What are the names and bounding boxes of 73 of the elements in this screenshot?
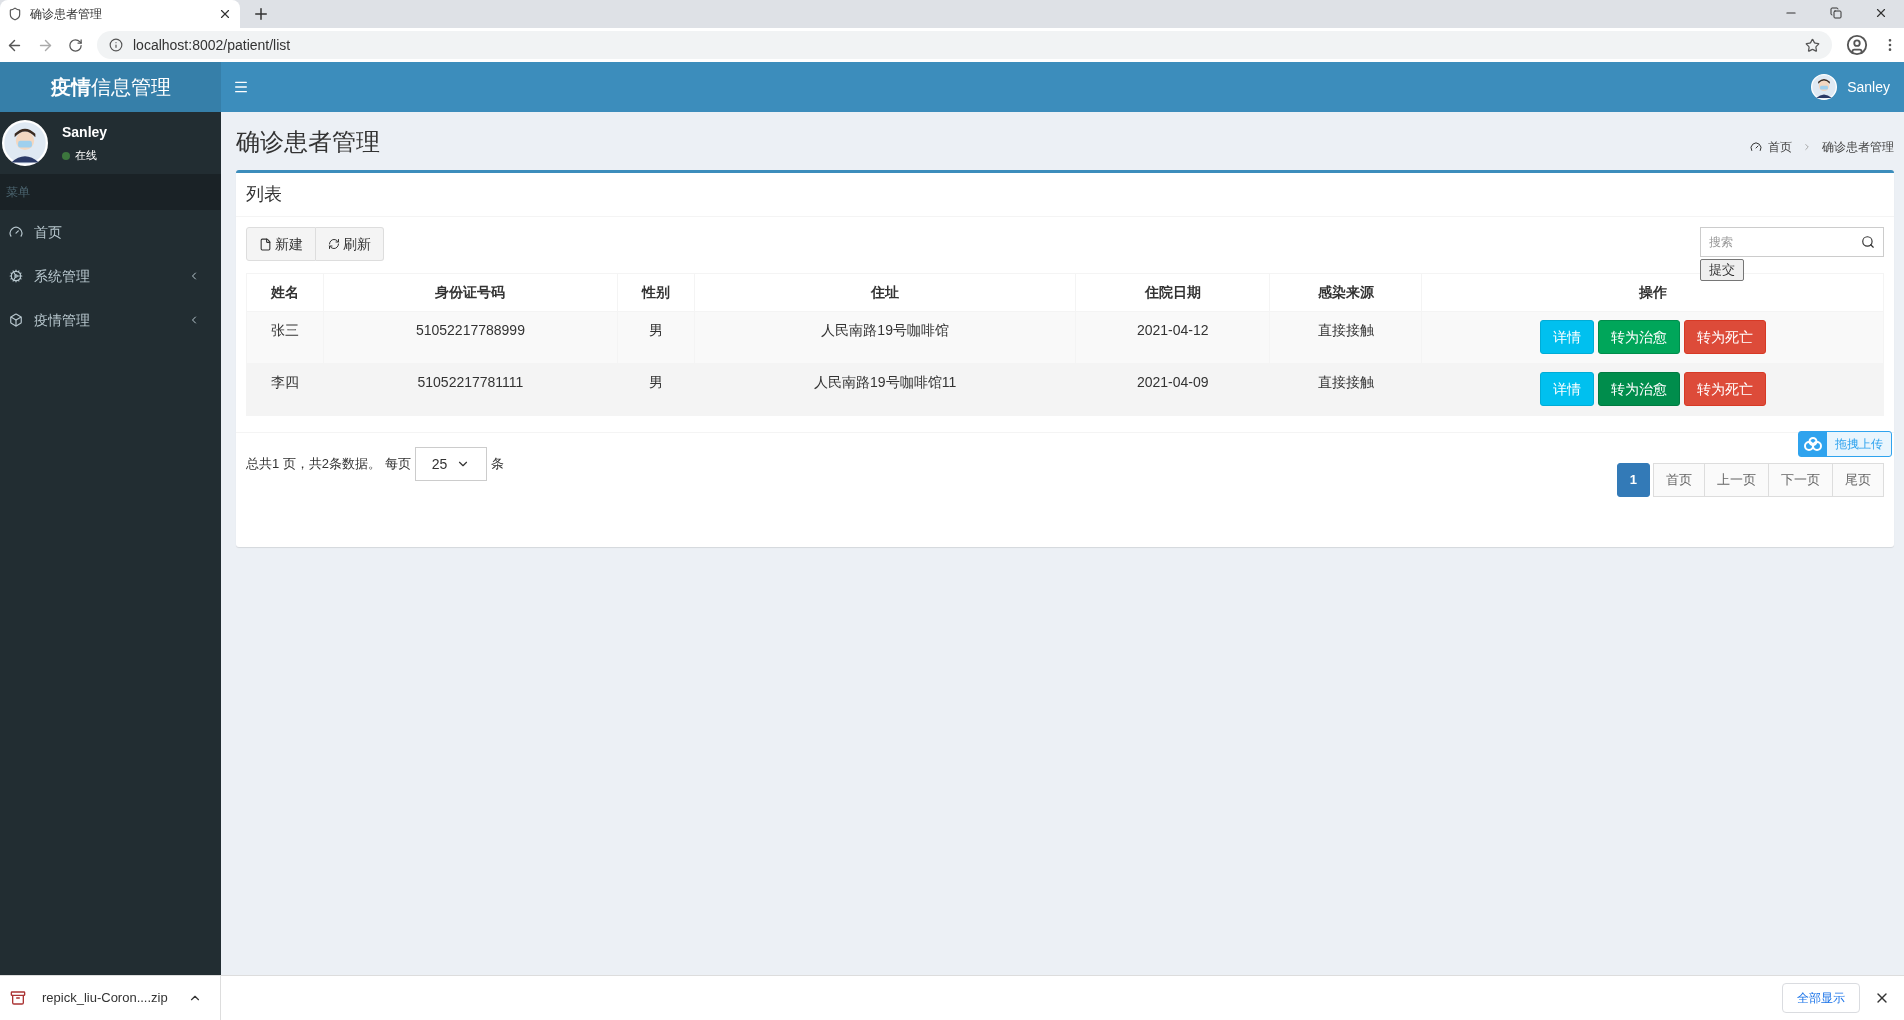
- table-cell: 人民南路19号咖啡馆: [694, 311, 1076, 364]
- table-cell: 李四: [246, 363, 324, 416]
- star-icon[interactable]: [1805, 37, 1820, 53]
- column-header: 住院日期: [1075, 273, 1270, 312]
- user-name: Sanley: [62, 123, 108, 143]
- cloud-icon: [1804, 437, 1822, 451]
- menu-item[interactable]: 系统管理: [0, 254, 221, 298]
- table-cell: 2021-04-09: [1075, 363, 1270, 416]
- restore-icon[interactable]: [1830, 7, 1842, 19]
- cube-icon: [9, 313, 23, 327]
- user-avatar: [1811, 74, 1838, 100]
- chevron-icon: [1802, 142, 1812, 152]
- new-tab-icon[interactable]: [252, 5, 270, 23]
- pagination-button[interactable]: 首页: [1653, 463, 1705, 497]
- table-cell: 人民南路19号咖啡馆11: [694, 363, 1076, 416]
- browser-tab[interactable]: 确诊患者管理: [0, 0, 240, 28]
- show-all-button[interactable]: 全部显示: [1782, 983, 1860, 1013]
- status-text: 在线: [75, 148, 97, 164]
- column-header: 性别: [617, 273, 695, 312]
- mark-cured-button[interactable]: 转为治愈: [1597, 320, 1680, 354]
- table-cell: 51052217788999: [323, 311, 618, 364]
- unit-label: 条: [490, 455, 504, 474]
- download-file-name[interactable]: repick_liu-Coron....zip: [42, 988, 168, 1008]
- table-cell: 直接接触: [1269, 311, 1422, 364]
- brand-logo[interactable]: 疫情信息管理: [0, 62, 221, 112]
- shield-icon: [8, 7, 22, 21]
- dashboard-icon: [1750, 141, 1762, 153]
- user-avatar: [2, 120, 48, 166]
- table-cell: 51052217781111: [323, 363, 618, 416]
- info-icon: [109, 38, 123, 52]
- breadcrumb-current: 确诊患者管理: [1822, 139, 1894, 156]
- menu-header: 菜单: [0, 174, 221, 210]
- url-text: localhost:8002/patient/list: [133, 35, 292, 55]
- profile-icon[interactable]: [1846, 34, 1868, 56]
- table-cell: 男: [617, 311, 695, 364]
- search-field[interactable]: 搜索: [1700, 227, 1884, 257]
- page-title: 确诊患者管理: [236, 127, 380, 157]
- pagination-summary: 总共1 页，共2条数据。 每页: [246, 455, 411, 474]
- search-input[interactable]: 搜索: [1709, 233, 1861, 251]
- tab-title: 确诊患者管理: [30, 6, 103, 23]
- user-name[interactable]: Sanley: [1847, 76, 1890, 98]
- table-cell: 张三: [246, 311, 324, 364]
- table-cell: 直接接触: [1269, 363, 1422, 416]
- menu-icon[interactable]: [233, 79, 249, 95]
- search-icon[interactable]: [1861, 235, 1875, 249]
- refresh-icon: [328, 238, 340, 250]
- column-header: 姓名: [246, 273, 324, 312]
- column-header: 身份证号码: [323, 273, 618, 312]
- new-button[interactable]: 新建: [246, 227, 316, 261]
- pagination-button[interactable]: 1: [1616, 463, 1650, 497]
- close-icon[interactable]: [218, 7, 232, 21]
- pagination-button[interactable]: 上一页: [1704, 463, 1769, 497]
- mark-dead-button[interactable]: 转为死亡: [1683, 372, 1766, 406]
- pagination-button[interactable]: 尾页: [1832, 463, 1884, 497]
- column-header: 感染来源: [1269, 273, 1422, 312]
- menu-item[interactable]: 疫情管理: [0, 298, 221, 342]
- column-header: 住址: [694, 273, 1076, 312]
- address-bar[interactable]: localhost:8002/patient/list: [97, 31, 1832, 59]
- table-cell: 男: [617, 363, 695, 416]
- card-title: 列表: [246, 184, 282, 204]
- refresh-button[interactable]: 刷新: [316, 227, 384, 261]
- page-size-select[interactable]: 25: [414, 447, 487, 481]
- breadcrumb-link[interactable]: 首页: [1768, 138, 1792, 156]
- file-icon: [259, 237, 272, 251]
- reload-icon[interactable]: [68, 37, 83, 53]
- mark-dead-button[interactable]: 转为死亡: [1683, 320, 1766, 354]
- table-cell: 2021-04-12: [1075, 311, 1270, 364]
- menu-item[interactable]: 首页: [0, 210, 221, 254]
- archive-icon: [10, 990, 26, 1006]
- mark-cured-button[interactable]: 转为治愈: [1597, 372, 1680, 406]
- close-icon[interactable]: [1874, 6, 1888, 20]
- pagination-button[interactable]: 下一页: [1768, 463, 1833, 497]
- dashboard-icon: [9, 225, 23, 239]
